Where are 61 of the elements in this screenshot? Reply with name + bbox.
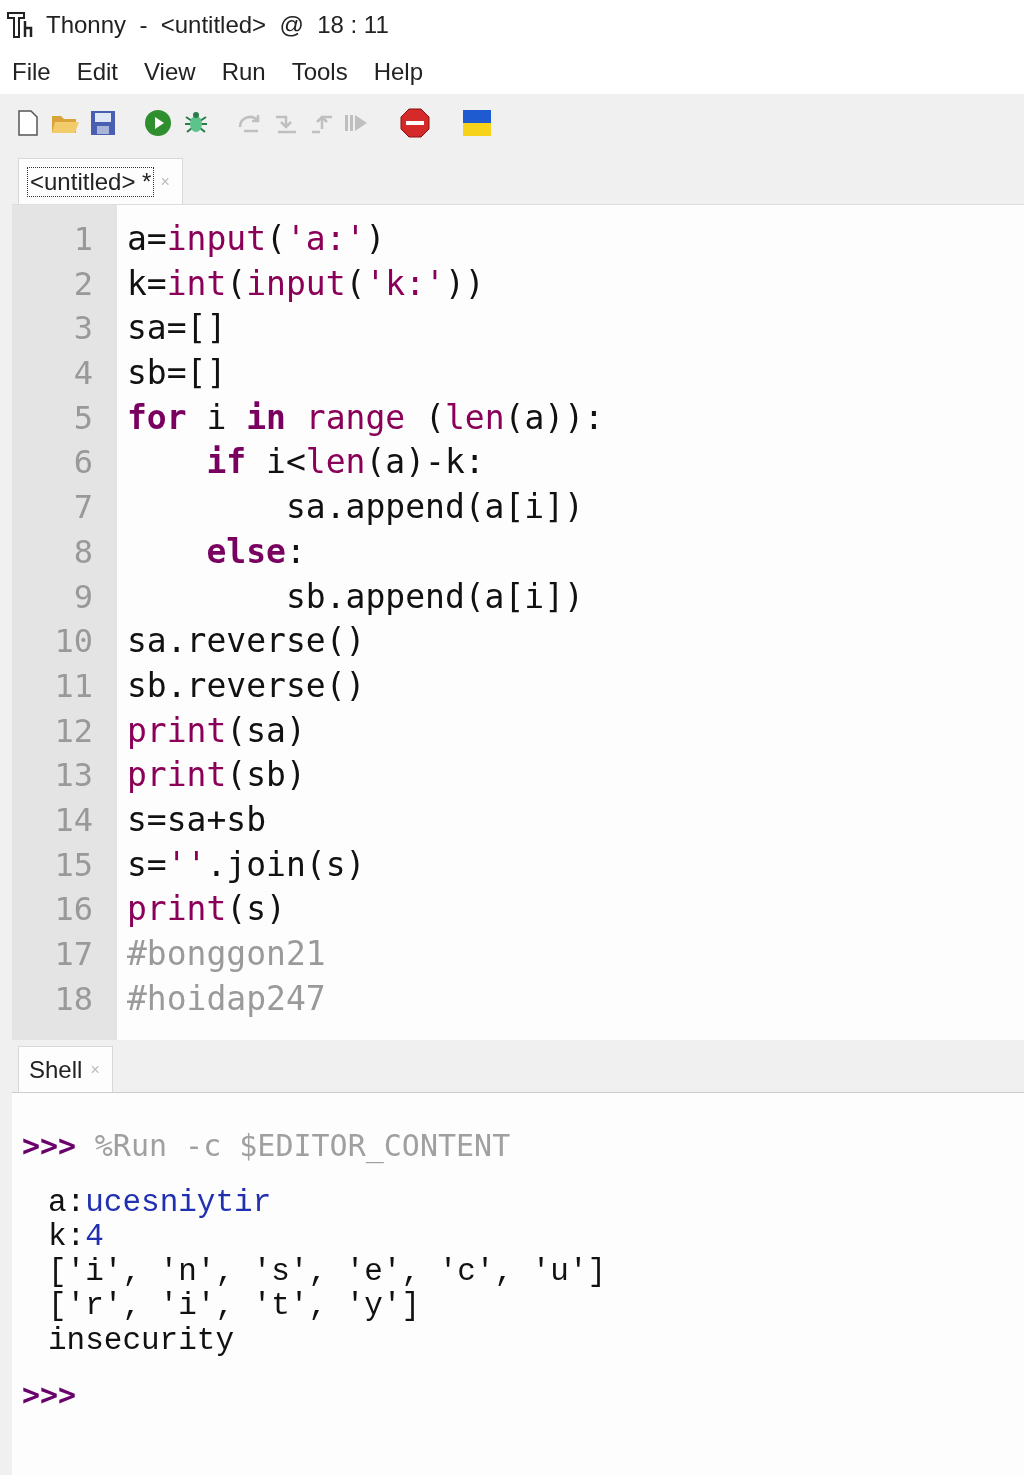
code-line: sa.append(a[i]): [284, 486, 584, 529]
shell-input-line: k:4: [47, 1220, 104, 1255]
code-line: sb=[]: [127, 352, 227, 395]
code-line: #hoidap247: [127, 977, 326, 1020]
line-number: 5: [72, 397, 94, 439]
line-number: 9: [72, 576, 94, 618]
flag-button[interactable]: [460, 107, 494, 139]
code-line: print(s): [127, 888, 286, 931]
code-line: s=sa+sb: [127, 798, 267, 841]
editor-tab[interactable]: <untitled> * ×: [18, 158, 183, 204]
line-number: 13: [53, 755, 94, 797]
line-number: 3: [72, 308, 94, 350]
shell-prompt: >>>: [22, 1128, 77, 1163]
code-line: s=''.join(s): [127, 843, 366, 886]
line-number: 14: [53, 799, 94, 841]
line-number: 12: [53, 710, 94, 752]
menu-item[interactable]: View: [134, 58, 206, 86]
shell-tab[interactable]: Shell ×: [18, 1046, 113, 1092]
line-number: 7: [72, 487, 94, 529]
shell-output-line: ['i', 'n', 's', 'e', 'c', 'u']: [47, 1254, 607, 1289]
run-button[interactable]: [142, 107, 174, 139]
window-title: Thonny - <untitled> @ 18 : 11: [46, 11, 389, 39]
code-line: #bonggon21: [127, 933, 326, 975]
line-number: 18: [53, 978, 94, 1020]
shell-prompt: >>>: [22, 1377, 77, 1412]
stop-sign-icon: [400, 108, 430, 138]
shell-command: %Run -c $EDITOR_CONTENT: [94, 1128, 511, 1163]
menu-item[interactable]: Edit: [66, 58, 129, 86]
line-number: 8: [72, 531, 94, 573]
code-line: a=input('a:'): [127, 218, 386, 260]
code-line: for i in range (len(a)):: [127, 396, 604, 439]
code-line: print(sb): [127, 754, 306, 797]
stop-button[interactable]: [398, 106, 432, 140]
line-number: 15: [53, 844, 94, 886]
line-number: 16: [53, 889, 94, 931]
code-line: print(sa): [127, 709, 306, 752]
code-line: sa.reverse(): [127, 620, 366, 663]
menu-item[interactable]: File: [2, 58, 61, 86]
line-number: 4: [72, 353, 94, 395]
code-line: if i<len(a)-k:: [205, 441, 485, 484]
shell-input-line: a:ucesniytir: [47, 1185, 272, 1220]
line-number: 10: [53, 621, 94, 663]
line-number: 6: [72, 442, 94, 484]
code-line: sb.reverse(): [127, 664, 366, 707]
shell-output-line: insecurity: [47, 1323, 235, 1358]
menu-item[interactable]: Tools: [281, 58, 358, 86]
shell-output-line: ['r', 'i', 't', 'y']: [47, 1289, 421, 1324]
line-number: 1: [72, 219, 94, 260]
flag-icon: [462, 109, 492, 137]
line-number: 17: [53, 934, 94, 975]
code-line: sa=[]: [127, 307, 227, 350]
menu-item[interactable]: Run: [211, 58, 276, 86]
play-icon: [144, 109, 172, 137]
blank-page-icon: [16, 109, 40, 137]
code-line: k=int(input('k:')): [127, 262, 485, 305]
line-number: 2: [72, 263, 94, 305]
menu-item[interactable]: Help: [363, 58, 434, 86]
code-line: else:: [205, 530, 306, 573]
code-line: sb.append(a[i]): [284, 575, 584, 618]
line-number: 11: [53, 665, 94, 707]
save-button[interactable]: [88, 108, 118, 138]
